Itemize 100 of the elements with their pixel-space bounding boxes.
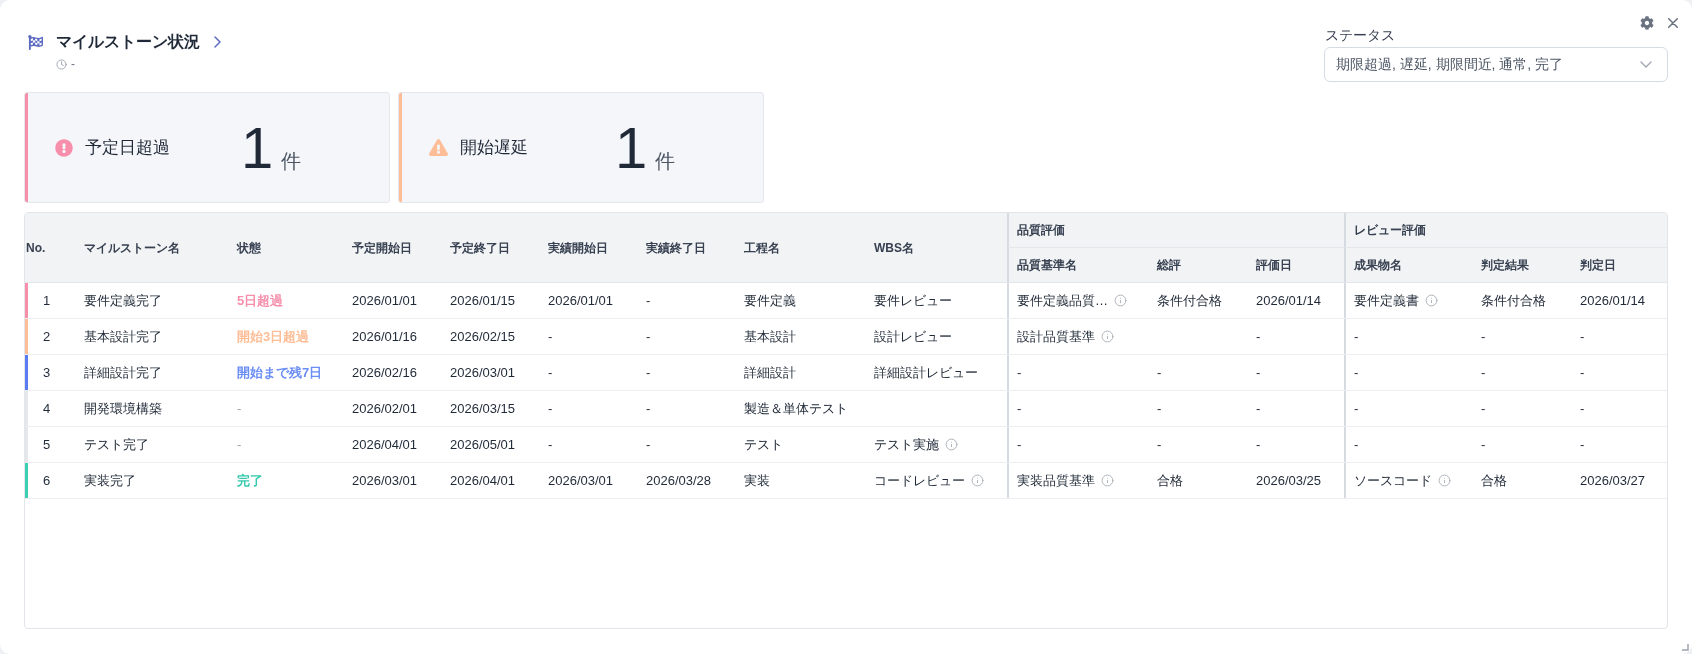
table-cell-text: テスト実施 [874,435,939,454]
status-filter-dropdown[interactable]: 期限超過, 遅延, 期限間近, 通常, 完了 [1324,47,1668,82]
table-cell-text: 合格 [1481,471,1507,490]
table-cell-text: - [1157,363,1162,382]
status-text: 開始3日超過 [237,327,310,346]
table-cell-text: 2026/03/27 [1580,471,1646,490]
info-icon[interactable] [1101,474,1114,487]
column-header: 判定日 [1580,257,1616,274]
filter-label: ステータス [1324,26,1396,44]
table-cell-text: - [1580,435,1585,454]
table-cell-text: 詳細設計完了 [84,363,162,382]
table-cell-text: - [646,291,651,310]
table-cell-text: 2026/02/15 [450,327,516,346]
table-cell-text: 基本設計 [744,327,796,346]
table-cell-text: 2026/04/01 [352,435,418,454]
chevron-right-icon[interactable] [214,36,221,48]
row-number: 2 [42,327,51,346]
column-header: マイルストーン名 [84,239,180,257]
table-cell-text: - [1017,363,1022,382]
table-cell-text: 2026/01/15 [450,291,516,310]
table-cell-text: - [1580,363,1585,382]
card-label: 開始遅延 [460,136,528,159]
table-cell-text: 2026/03/28 [646,471,712,490]
column-header: No. [26,239,46,257]
table-cell-text: テスト [744,435,783,454]
table-cell-text: 2026/01/01 [548,291,614,310]
table-cell-text: 2026/01/14 [1256,291,1322,310]
column-header: 評価日 [1256,257,1292,274]
table-cell-text: - [548,327,553,346]
row-number: 3 [42,363,51,382]
close-icon[interactable] [1668,18,1678,28]
table-cell-text: 条件付合格 [1481,291,1546,310]
status-text: 5日超過 [237,291,284,310]
table-cell-text: 設計品質基準 [1017,327,1095,346]
table-cell-text: 要件定義品質… [1017,291,1108,310]
table-cell-text: 詳細設計 [744,363,796,382]
row-number: 6 [42,471,51,490]
table-cell-text: - [646,399,651,418]
column-header: 成果物名 [1354,257,1402,274]
table-cell-text: 2026/05/01 [450,435,516,454]
table-cell-text: 要件定義 [744,291,796,310]
table-cell-text: 詳細設計レビュー [874,363,978,382]
table-cell-text: テスト完了 [84,435,149,454]
table-cell-text: 2026/03/01 [352,471,418,490]
table-cell-text: - [1481,399,1486,418]
table-cell-text: - [646,435,651,454]
table-cell-text: 2026/01/01 [352,291,418,310]
table-cell-text: 基本設計完了 [84,327,162,346]
chevron-down-icon [1640,61,1652,68]
column-group-header: レビュー評価 [1354,222,1426,239]
table-cell-text: - [1017,435,1022,454]
widget-title: マイルストーン状況 [56,32,200,52]
column-header: 実績終了日 [646,239,706,257]
row-number: 4 [42,399,51,418]
table-cell-text: 2026/01/16 [352,327,418,346]
table-cell-text: - [1157,399,1162,418]
status-text: 開始まで残7日 [237,363,323,382]
info-icon[interactable] [1114,294,1127,307]
table-cell-text: 2026/02/16 [352,363,418,382]
table-cell-text: - [1256,327,1261,346]
column-header: 実績開始日 [548,239,608,257]
settings-icon[interactable] [1640,16,1654,30]
row-number: 1 [42,291,51,310]
column-group-header: 品質評価 [1017,222,1065,239]
table-cell-text: 製造＆単体テスト [744,399,848,418]
card-count: 1 [241,118,274,177]
table-cell-text: - [1481,327,1486,346]
table-cell-text: - [548,363,553,382]
table-cell-text: - [646,327,651,346]
last-updated-text: - [71,56,75,73]
info-icon[interactable] [1425,294,1438,307]
table-cell-text: 2026/03/01 [450,363,516,382]
info-icon[interactable] [945,438,958,451]
table-cell-text: 2026/01/14 [1580,291,1646,310]
table-cell-text: 2026/02/01 [352,399,418,418]
resize-handle-icon[interactable] [1682,644,1689,651]
table-cell-text: - [1354,327,1359,346]
table-cell-text: - [1157,435,1162,454]
table-cell-text: 要件レビュー [874,291,952,310]
column-header: 予定終了日 [450,239,510,257]
table-cell-text: 2026/03/25 [1256,471,1322,490]
column-header: 工程名 [744,239,780,257]
table-cell-text: 開発環境構築 [84,399,162,418]
table-cell-text: 2026/04/01 [450,471,516,490]
table-cell-text: - [646,363,651,382]
column-header: 予定開始日 [352,239,412,257]
status-text: - [237,435,242,454]
row-number: 5 [42,435,51,454]
info-icon[interactable] [971,474,984,487]
table-cell-text: - [1481,435,1486,454]
clock-icon [56,58,67,70]
info-icon[interactable] [1438,474,1451,487]
column-header: 総評 [1157,257,1181,274]
warning-triangle-icon [429,138,448,157]
column-header: WBS名 [874,239,914,257]
table-cell-text: 実装品質基準 [1017,471,1095,490]
card-unit: 件 [655,148,676,174]
table-cell-text: 実装完了 [84,471,136,490]
info-icon[interactable] [1101,330,1114,343]
table-cell-text: 設計レビュー [874,327,952,346]
